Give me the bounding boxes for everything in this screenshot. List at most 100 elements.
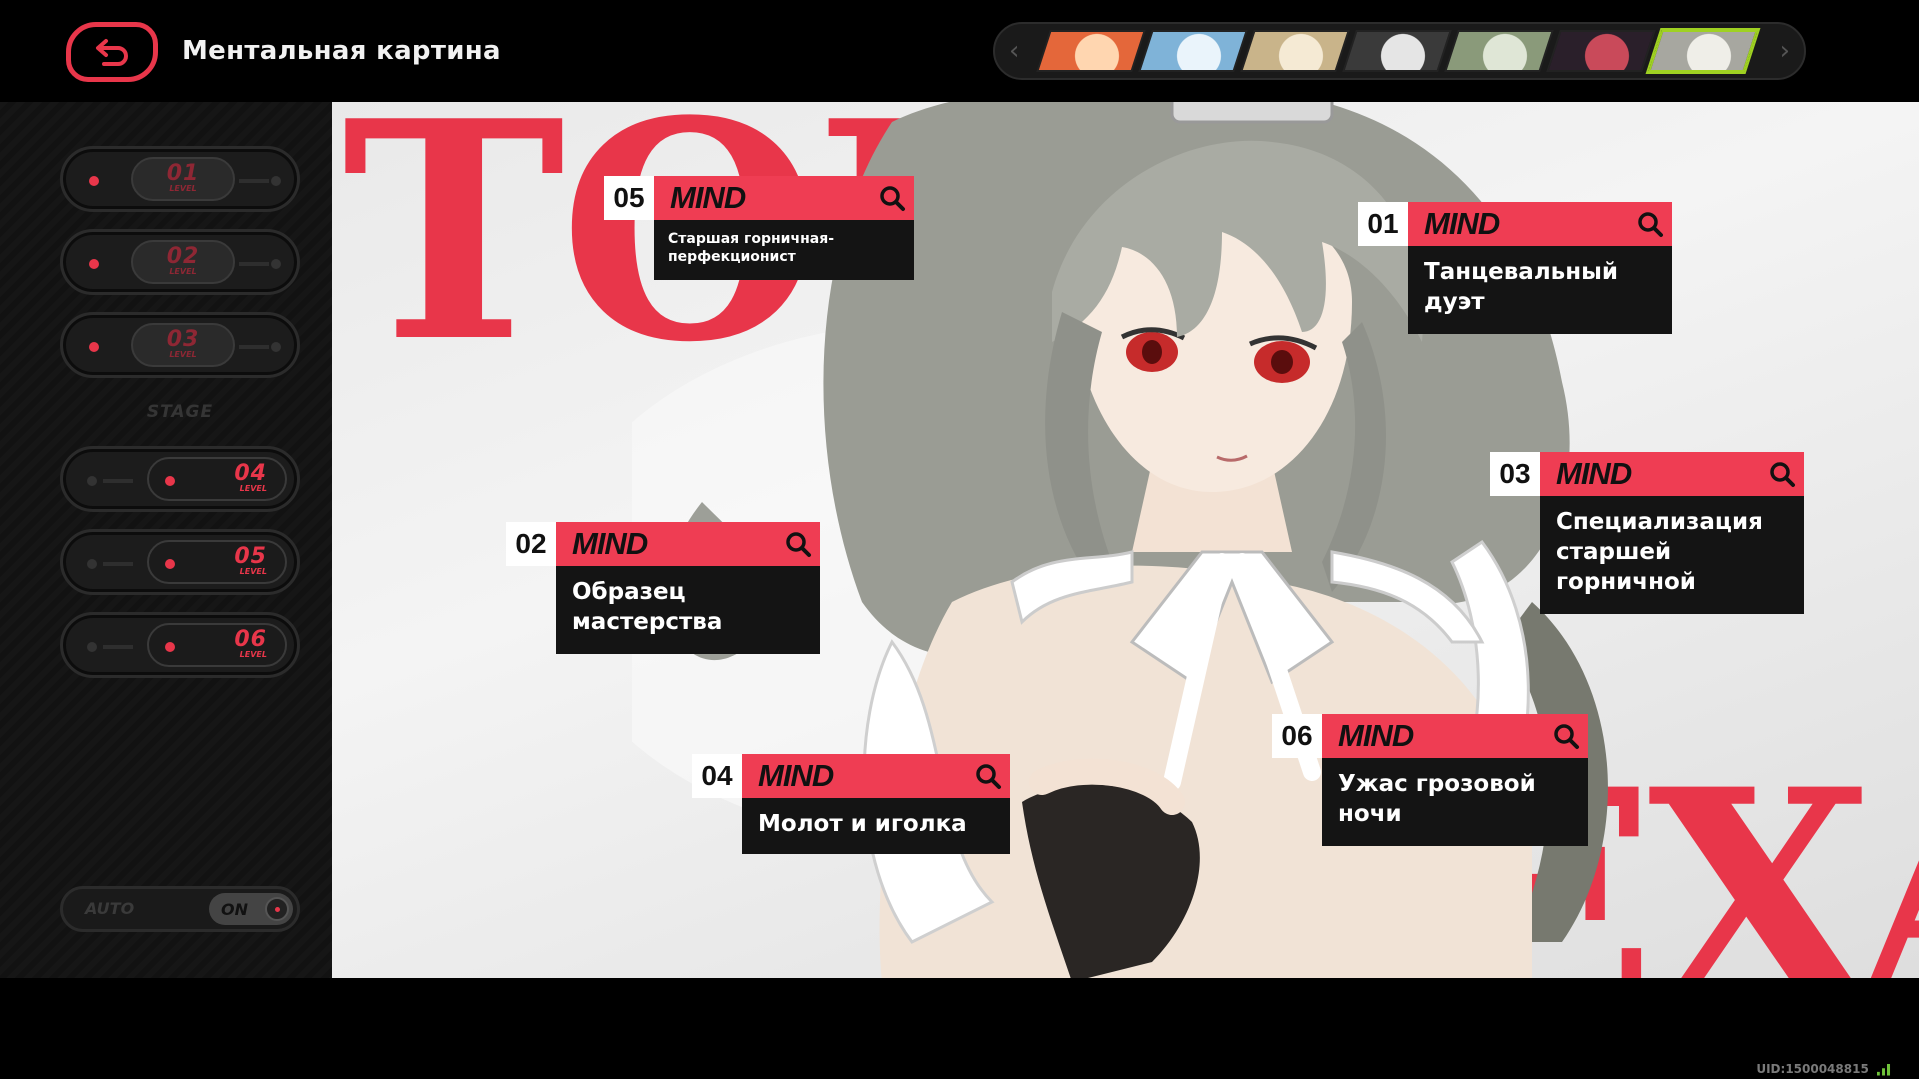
level-indicator-dot [87, 476, 97, 486]
agent-portrait-blue-hair[interactable] [1138, 30, 1248, 72]
auto-toggle-switch[interactable]: ON [209, 893, 293, 925]
level-04-button[interactable]: 04 LEVEL [60, 446, 300, 512]
search-icon[interactable] [974, 762, 1002, 790]
search-icon[interactable] [878, 184, 906, 212]
auto-mode-toggle[interactable]: AUTO ON [60, 886, 300, 932]
mind-card-header: MIND [1540, 452, 1804, 496]
mind-logo: MIND [758, 758, 834, 793]
pill-track [103, 479, 133, 483]
next-agent-arrow-icon[interactable]: › [1780, 38, 1790, 64]
mind-logo: MIND [1556, 456, 1632, 491]
back-arrow-icon [96, 39, 128, 66]
level-number: 03 [166, 327, 200, 352]
mind-card-title: Специализация старшей горничной [1540, 496, 1804, 614]
uid-text: UID:1500048815 [1756, 1062, 1869, 1076]
mind-logo: MIND [1338, 718, 1414, 753]
mind-card-title: Танцевальный дуэт [1408, 246, 1672, 334]
level-number: 01 [166, 161, 200, 186]
level-indicator-dot [165, 559, 175, 569]
mind-card-number: 02 [506, 522, 556, 566]
agent-portrait-silver-hair[interactable] [1648, 30, 1758, 72]
search-icon[interactable] [1636, 210, 1664, 238]
agent-portrait-panda[interactable] [1342, 30, 1452, 72]
agent-portrait-green-hair[interactable] [1444, 30, 1554, 72]
agent-portrait-orange-hair[interactable] [1036, 30, 1146, 72]
level-number: 02 [166, 244, 200, 269]
pill-track [239, 262, 269, 266]
level-indicator-dot [271, 176, 281, 186]
mind-card-title: Ужас грозовой ночи [1322, 758, 1588, 846]
signal-icon [1877, 1063, 1891, 1076]
pill-track [239, 345, 269, 349]
level-caption: LEVEL [239, 567, 267, 576]
mind-card-header: MIND [556, 522, 820, 566]
level-caption: LEVEL [169, 184, 197, 193]
level-indicator-dot [89, 176, 99, 186]
level-caption: LEVEL [169, 267, 197, 276]
mind-card-03[interactable]: 03 MIND Специализация старшей горничной [1490, 452, 1804, 616]
level-indicator-dot [165, 642, 175, 652]
level-indicator-dot [89, 342, 99, 352]
agent-portrait-blonde-hair[interactable] [1240, 30, 1350, 72]
back-button[interactable] [66, 22, 158, 82]
mind-card-number: 06 [1272, 714, 1322, 758]
mind-logo: MIND [572, 526, 648, 561]
search-icon[interactable] [784, 530, 812, 558]
auto-label: AUTO [85, 899, 135, 918]
auto-state-label: ON [221, 899, 248, 919]
mind-card-06[interactable]: 06 MIND Ужас грозовой ночи [1272, 714, 1588, 846]
level-caption: LEVEL [169, 350, 197, 359]
level-caption: LEVEL [239, 484, 267, 493]
search-icon[interactable] [1552, 722, 1580, 750]
level-02-button[interactable]: 02 LEVEL [60, 229, 300, 295]
agent-portrait-list [1036, 30, 1758, 72]
mind-logo: MIND [1424, 206, 1500, 241]
character-art-stage: TOIA ALEXA [332, 102, 1919, 978]
level-01-button[interactable]: 01 LEVEL [60, 146, 300, 212]
level-number: 06 [234, 627, 267, 652]
mind-card-header: MIND [742, 754, 1010, 798]
level-05-button[interactable]: 05 LEVEL [60, 529, 300, 595]
level-number: 05 [234, 544, 267, 569]
top-bar: Ментальная картина ‹ › [0, 0, 1919, 102]
toggle-knob-icon [265, 897, 289, 921]
agent-portrait-dark-hair[interactable] [1546, 30, 1656, 72]
mind-card-title: Молот и иголка [742, 798, 1010, 854]
agent-selector-strip: ‹ › [993, 22, 1806, 80]
level-caption: LEVEL [239, 650, 267, 659]
previous-agent-arrow-icon[interactable]: ‹ [1009, 38, 1019, 64]
mind-card-01[interactable]: 01 MIND Танцевальный дуэт [1358, 202, 1672, 336]
level-knob: 03 LEVEL [131, 323, 235, 367]
mind-logo: MIND [670, 180, 746, 215]
search-icon[interactable] [1768, 460, 1796, 488]
level-indicator-dot [271, 342, 281, 352]
level-number: 04 [234, 461, 267, 486]
pill-track [103, 645, 133, 649]
mind-card-number: 04 [692, 754, 742, 798]
mind-card-header: MIND [1322, 714, 1588, 758]
page-title: Ментальная картина [182, 36, 501, 66]
mind-card-number: 03 [1490, 452, 1540, 496]
level-indicator-dot [87, 642, 97, 652]
mind-card-02[interactable]: 02 MIND Образец мастерства [506, 522, 820, 656]
mind-card-number: 01 [1358, 202, 1408, 246]
mind-card-title: Образец мастерства [556, 566, 820, 654]
uid-label: UID:1500048815 [1756, 1059, 1891, 1079]
mind-card-title: Старшая горничная-перфекционист [654, 220, 914, 280]
level-knob: 01 LEVEL [131, 157, 235, 201]
level-indicator-dot [87, 559, 97, 569]
level-sidebar: 01 LEVEL 02 LEVEL 03 LEVEL STAGE 04 LEVE… [0, 102, 332, 978]
level-indicator-dot [271, 259, 281, 269]
mind-card-04[interactable]: 04 MIND Молот и иголка [692, 754, 1010, 854]
mind-card-number: 05 [604, 176, 654, 220]
mind-card-header: MIND [1408, 202, 1672, 246]
mind-card-05[interactable]: 05 MIND Старшая горничная-перфекционист [604, 176, 914, 282]
level-indicator-dot [165, 476, 175, 486]
level-03-button[interactable]: 03 LEVEL [60, 312, 300, 378]
level-knob: 02 LEVEL [131, 240, 235, 284]
level-06-button[interactable]: 06 LEVEL [60, 612, 300, 678]
pill-track [103, 562, 133, 566]
stage-divider-label: STAGE [146, 402, 214, 422]
mind-card-header: MIND [654, 176, 914, 220]
level-indicator-dot [89, 259, 99, 269]
